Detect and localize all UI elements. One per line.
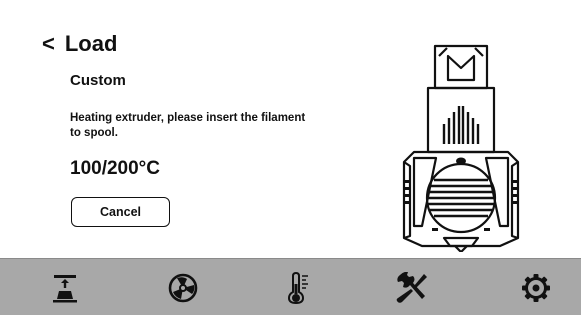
settings-gear-icon (522, 273, 550, 302)
temperature-readout: 100/200°C (70, 158, 160, 179)
nav-fan-button[interactable] (143, 259, 223, 315)
back-button[interactable]: < Load (42, 31, 117, 57)
fan-icon (168, 273, 198, 302)
nav-print-button[interactable] (25, 259, 105, 315)
load-screen: < Load Custom Heating extruder, please i… (0, 0, 581, 315)
chevron-left-icon: < (42, 31, 55, 56)
tools-icon (396, 271, 427, 303)
nav-temperature-button[interactable] (258, 259, 338, 315)
status-message: Heating extruder, please insert the fila… (70, 112, 306, 139)
nav-settings-button[interactable] (496, 259, 576, 315)
page-title: Load (64, 31, 118, 56)
bottom-nav-bar (0, 258, 581, 315)
print-bed-icon (53, 274, 77, 302)
cancel-button[interactable]: Cancel (71, 197, 170, 227)
filament-profile-label: Custom (70, 72, 126, 89)
thermometer-icon (287, 271, 308, 304)
extruder-hotend-icon (402, 44, 520, 252)
nav-tools-button[interactable] (371, 259, 451, 315)
